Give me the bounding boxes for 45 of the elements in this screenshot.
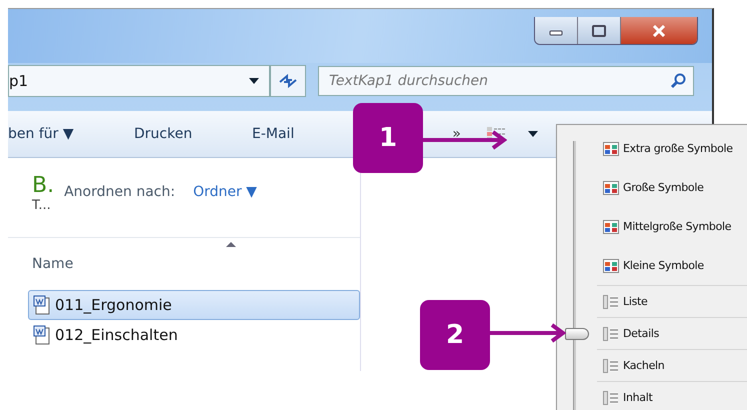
view-icon <box>603 180 619 194</box>
close-button[interactable] <box>621 17 697 44</box>
view-icon <box>603 390 619 404</box>
library-title: B. <box>32 174 54 198</box>
search-icon <box>670 73 686 89</box>
refresh-button[interactable] <box>270 65 306 97</box>
toolbar-button[interactable]: » <box>452 126 486 142</box>
arrange-dropdown[interactable]: Ordner ▼ <box>193 184 257 200</box>
menu-item[interactable]: Extra große Symbole <box>603 142 733 156</box>
column-header[interactable]: Name <box>32 256 74 272</box>
close-icon <box>651 24 667 36</box>
menu-item[interactable]: Mittelgroße Symbole <box>603 220 732 234</box>
toolbar-button[interactable]: Drucken <box>134 126 252 142</box>
view-icon <box>603 294 619 308</box>
slider-thumb[interactable] <box>565 328 589 340</box>
file-row[interactable]: 012_Einschalten <box>28 320 360 350</box>
maximize-icon <box>592 24 606 36</box>
library-subtitle: T... <box>32 198 52 213</box>
view-icon <box>603 142 619 156</box>
arrange-label: Anordnen nach: <box>64 184 176 200</box>
dropdown-icon[interactable] <box>249 78 259 84</box>
minimize-button[interactable] <box>535 17 578 44</box>
view-icon <box>603 220 619 234</box>
document-icon <box>33 295 51 315</box>
caret-icon[interactable] <box>528 131 538 137</box>
view-icon <box>603 258 619 272</box>
menu-item[interactable]: Kacheln <box>603 358 664 372</box>
menu-item[interactable]: Liste <box>603 294 648 308</box>
callout-number: 2 <box>420 300 490 370</box>
toolbar-button[interactable]: E-Mail <box>252 126 294 142</box>
menu-item[interactable]: Details <box>603 326 660 340</box>
maximize-button[interactable] <box>578 17 621 44</box>
callout-number: 1 <box>353 103 423 173</box>
refresh-icon <box>278 73 298 89</box>
sort-icon <box>226 242 236 247</box>
document-icon <box>33 325 51 345</box>
address-field[interactable]: p1 <box>8 65 270 97</box>
view-icon <box>603 358 619 372</box>
view-icon <box>603 326 619 340</box>
search-field[interactable]: TextKap1 durchsuchen <box>318 66 694 96</box>
menu-item[interactable]: Große Symbole <box>603 180 704 194</box>
menu-item[interactable]: Inhalt <box>603 390 652 404</box>
menu-item[interactable]: Kleine Symbole <box>603 258 704 272</box>
file-row[interactable]: 011_Ergonomie <box>28 290 360 320</box>
toolbar-button[interactable]: ben für ▼ <box>8 126 134 142</box>
